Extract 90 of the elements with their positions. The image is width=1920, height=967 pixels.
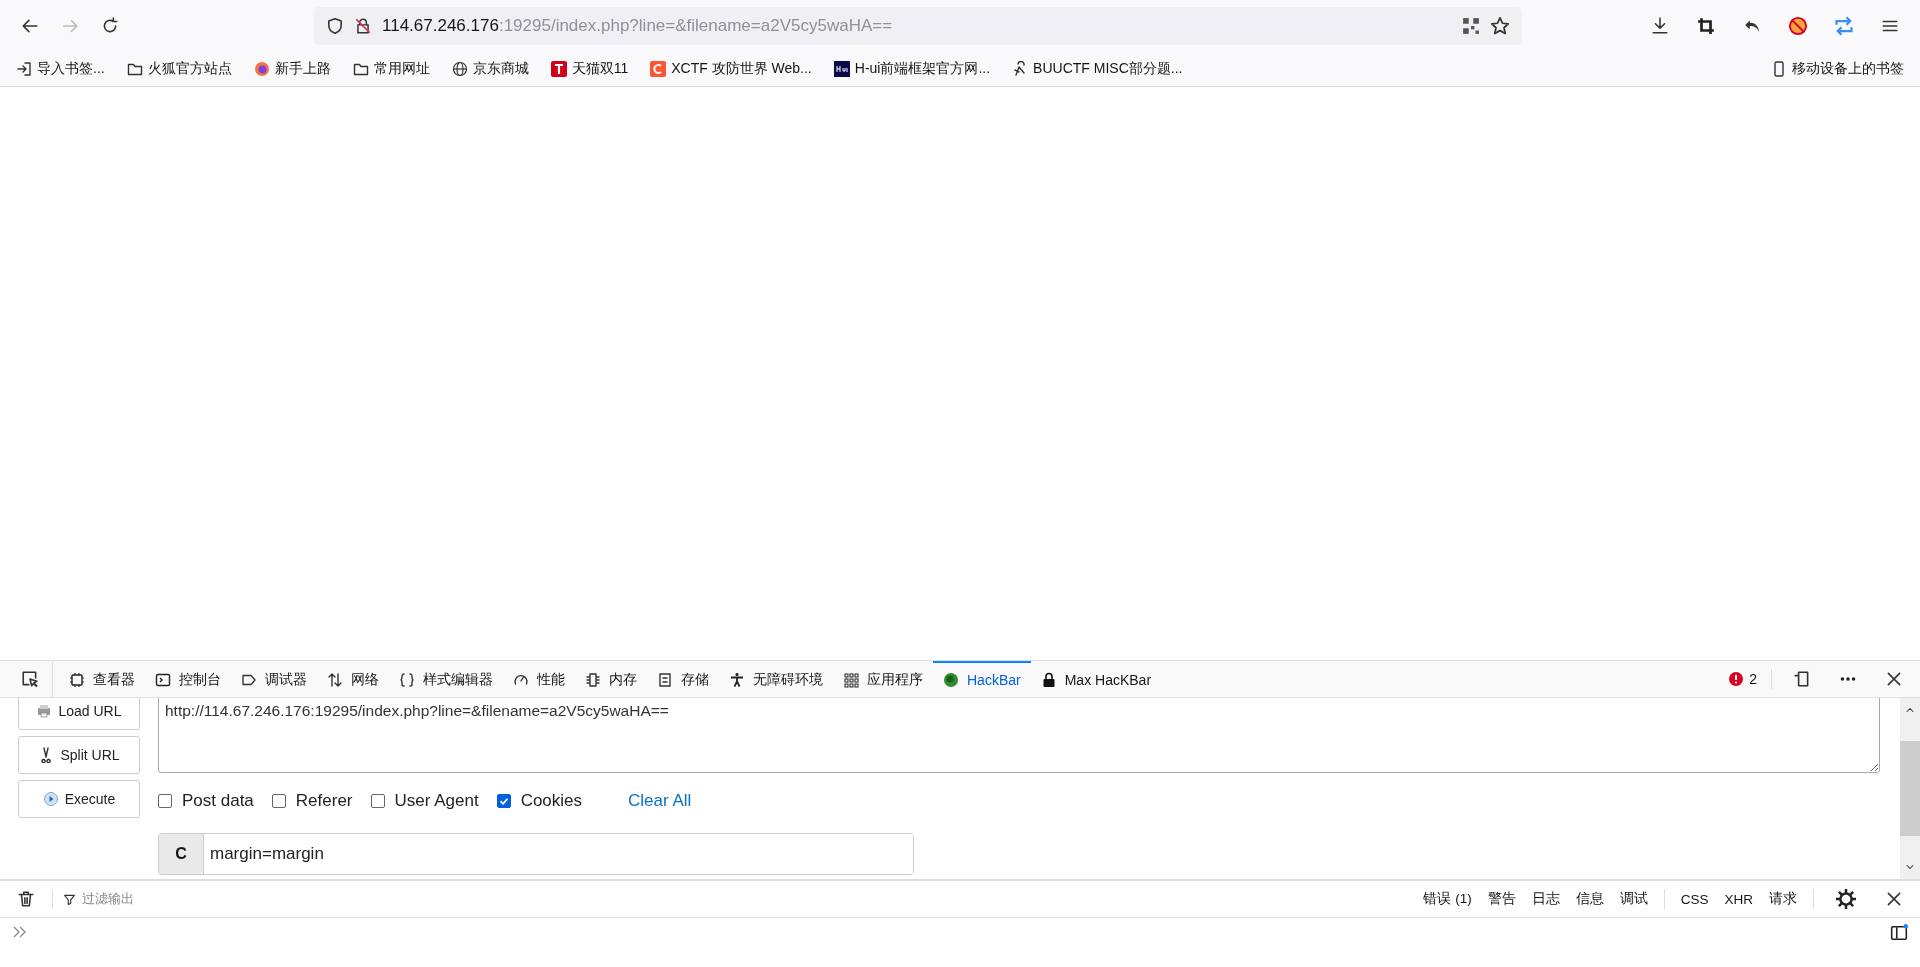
cookies-field[interactable]: C margin=margin (158, 833, 914, 875)
bookmark-item[interactable]: BUUCTF MISC部分题... (1010, 58, 1185, 80)
scrollbar[interactable] (1900, 698, 1920, 879)
reload-icon (101, 17, 119, 35)
chevron-prompt-icon (12, 924, 28, 940)
checkmark-icon (499, 797, 508, 805)
filter-icon (63, 892, 76, 906)
more-dots-icon (1839, 677, 1857, 681)
devtools-tab[interactable]: 应用程序 (833, 661, 933, 697)
log-level-button[interactable]: 错误 (1) (1423, 890, 1472, 908)
folder-icon (126, 61, 143, 77)
braces-icon (399, 672, 415, 688)
close-icon (1885, 670, 1903, 688)
field-prefix: C (159, 834, 204, 874)
back-arrow-icon (21, 17, 39, 35)
filter-field[interactable]: 过滤输出 (52, 890, 134, 908)
devtools-tab[interactable]: 性能 (503, 661, 575, 697)
devtools-tab[interactable]: Max HacKBar (1030, 661, 1162, 697)
globe-icon (451, 61, 468, 77)
import-icon (16, 61, 32, 77)
bookmark-item[interactable]: 京东商城 (449, 58, 531, 80)
devtools-tab[interactable]: 调试器 (231, 661, 317, 697)
address-bar[interactable]: 114.67.246.176:19295/index.php?line=&filename=a2V5cy5waHA== (314, 7, 1522, 45)
url-text: 114.67.246.176:19295/index.php?line=&filename=a2V5cy5waHA== (382, 16, 894, 36)
bookmark-item[interactable]: 天猫双11 (548, 58, 631, 80)
log-level-button[interactable]: 日志 (1531, 890, 1560, 908)
storage-icon (657, 672, 673, 688)
option-checkbox[interactable]: User Agent (370, 791, 479, 811)
log-level-button[interactable]: 调试 (1619, 890, 1648, 908)
bookmark-item[interactable]: 导入书签... (14, 58, 107, 80)
hackbar-button[interactable]: Load URL (18, 698, 140, 730)
network-icon (327, 672, 343, 688)
devtools-tab[interactable]: 控制台 (145, 661, 231, 697)
devtools-tab[interactable]: 存储 (647, 661, 719, 697)
url-input[interactable]: http://114.67.246.176:19295/index.php?line=&filename=a2V5cy5waHA== (158, 698, 1880, 773)
option-checkbox[interactable]: Cookies (496, 791, 583, 811)
request-filter-button[interactable]: CSS (1680, 891, 1709, 907)
bookmark-item[interactable]: 火狐官方站点 (124, 58, 234, 80)
bookmark-item[interactable]: 新手上路 (251, 58, 333, 80)
sync-arrows-icon (1834, 16, 1854, 36)
mobile-bookmarks[interactable]: 移动设备上的书签 (1769, 58, 1906, 80)
hackbar-button[interactable]: Split URL (18, 736, 140, 774)
picker-cursor-icon (21, 670, 39, 688)
forward-arrow-icon (61, 17, 79, 35)
request-filter-button[interactable]: 请求 (1769, 890, 1797, 908)
devtools-tab[interactable]: 样式编辑器 (389, 661, 503, 697)
devtools-tab[interactable]: 无障碍环境 (719, 661, 833, 697)
request-filter-button[interactable]: XHR (1724, 891, 1753, 907)
bookmark-item[interactable]: XCTF 攻防世界 Web... (648, 58, 814, 80)
qr-code-icon (1462, 17, 1480, 35)
memory-icon (585, 672, 601, 688)
csdn-icon (650, 61, 667, 77)
log-level-button[interactable]: 信息 (1575, 890, 1604, 908)
log-level-button[interactable]: 警告 (1487, 890, 1516, 908)
insecure-lock-icon (354, 17, 372, 35)
grid-icon (843, 672, 859, 688)
error-count[interactable]: 2 (1728, 671, 1757, 687)
download-icon (1651, 17, 1669, 35)
devtools-tab[interactable]: 查看器 (59, 661, 145, 697)
bookmark-item[interactable]: 常用网址 (350, 58, 432, 80)
crop-icon (1697, 17, 1715, 35)
devtools-tab[interactable]: 网络 (317, 661, 389, 697)
debugger-icon (241, 672, 257, 688)
inspector-icon (69, 672, 85, 688)
close-icon (1885, 890, 1903, 908)
accessibility-icon (729, 672, 745, 688)
option-checkbox[interactable]: Referer (271, 791, 353, 811)
star-icon (1490, 16, 1510, 36)
phone-icon (1771, 61, 1787, 77)
devtools-tab[interactable]: 内存 (575, 661, 647, 697)
error-icon (1728, 671, 1745, 687)
tmall-icon (550, 61, 567, 77)
printer-icon (36, 703, 53, 719)
firefox-icon (253, 61, 270, 77)
folder-icon (352, 61, 369, 77)
sidebar-toggle-icon (1890, 924, 1908, 942)
clear-all-link[interactable]: Clear All (628, 791, 692, 811)
play-icon (42, 791, 59, 807)
shield-icon (326, 17, 344, 35)
hui-icon (833, 61, 850, 77)
gauge-icon (513, 672, 529, 688)
hackbar-button[interactable]: Execute (18, 780, 140, 818)
settings-icon (1836, 889, 1856, 909)
bookmark-item[interactable]: H-ui前端框架官方网... (831, 58, 993, 80)
dock-icon (1793, 670, 1811, 688)
console-icon (155, 672, 171, 688)
hackbar-icon (943, 672, 959, 688)
trash-icon (17, 890, 35, 908)
blocked-extension-icon (1788, 16, 1808, 36)
option-checkbox[interactable]: Post data (158, 791, 254, 811)
